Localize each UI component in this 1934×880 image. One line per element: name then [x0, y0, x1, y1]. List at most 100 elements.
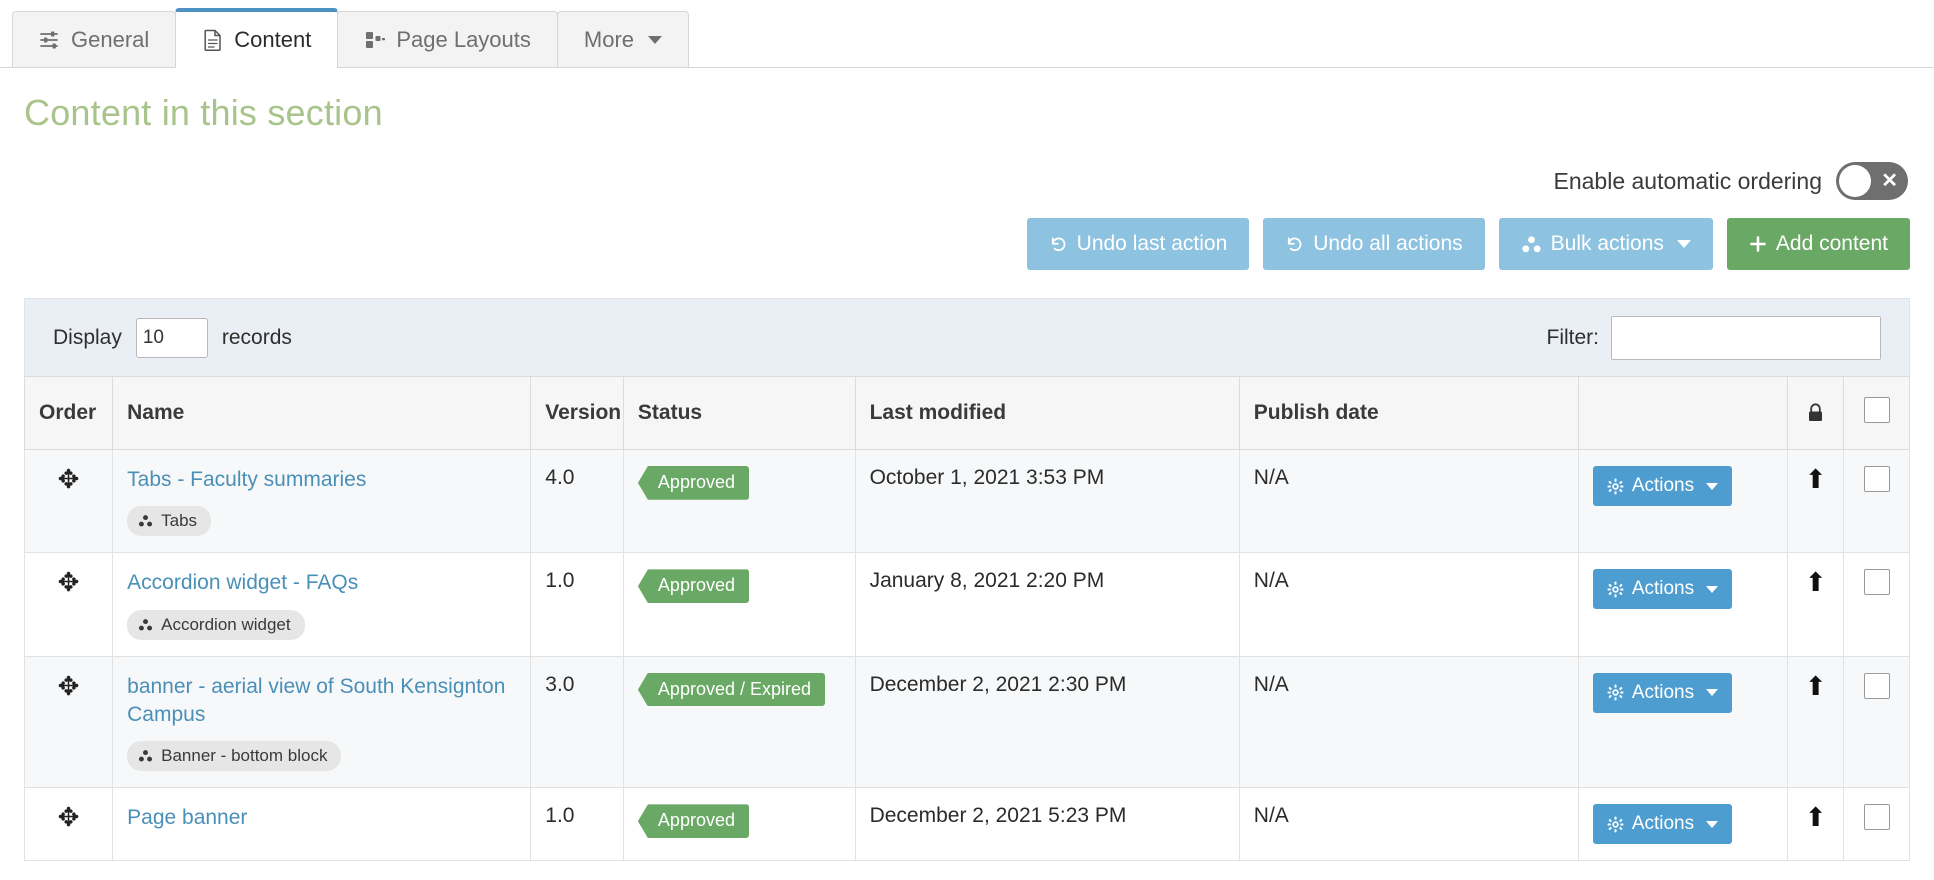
content-type-tag: Banner - bottom block: [127, 741, 342, 772]
content-name-link[interactable]: banner - aerial view of South Kensignton…: [127, 673, 516, 730]
tab-page-layouts[interactable]: Page Layouts: [337, 11, 558, 67]
tab-more-label: More: [583, 26, 635, 52]
filter-input[interactable]: [1611, 315, 1881, 360]
chevron-down-icon: [648, 35, 663, 44]
content-name-link[interactable]: Page banner: [127, 804, 247, 832]
cell-version: 1.0: [530, 552, 624, 657]
tab-more[interactable]: More: [556, 11, 690, 67]
undo-last-action-button[interactable]: Undo last action: [1026, 218, 1250, 270]
tab-general[interactable]: General: [12, 11, 177, 67]
auto-ordering-toggle[interactable]: ✕: [1836, 162, 1908, 200]
header-actions: [1577, 376, 1788, 450]
header-name[interactable]: Name: [112, 376, 532, 450]
cell-order: ✥: [23, 552, 114, 657]
drag-handle-icon[interactable]: ✥: [58, 802, 80, 832]
content-type-tag-label: Tabs: [161, 511, 198, 531]
undo-icon: [1285, 235, 1304, 254]
blocks-icon: [138, 749, 153, 763]
tab-content-label: Content: [234, 27, 312, 52]
toggle-knob: [1839, 165, 1871, 197]
cell-publish-date: N/A: [1238, 552, 1579, 657]
content-name-link[interactable]: Accordion widget - FAQs: [127, 569, 358, 597]
header-lock: [1786, 376, 1845, 450]
arrow-up-icon[interactable]: ⬆: [1805, 802, 1827, 832]
blocks-icon: [138, 514, 153, 528]
cell-status: Approved: [622, 787, 856, 862]
display-label: Display: [53, 325, 122, 349]
cell-status: Approved / Expired: [622, 655, 856, 789]
table-header: Order Name Version Status Last modified …: [23, 376, 1910, 450]
cell-select: [1843, 552, 1910, 657]
gear-icon: [1607, 478, 1624, 495]
blocks-icon: [1521, 235, 1542, 254]
toolbar: Undo last action Undo all actions Bulk a…: [0, 200, 1934, 270]
bulk-actions-button[interactable]: Bulk actions: [1498, 218, 1713, 270]
content-management-page: General Content Page Layouts More Conten…: [0, 0, 1934, 880]
bulk-actions-label: Bulk actions: [1550, 232, 1664, 255]
row-checkbox[interactable]: [1863, 804, 1890, 831]
cell-version: 4.0: [530, 448, 624, 554]
row-actions-button[interactable]: Actions: [1592, 466, 1733, 506]
cell-status: Approved: [622, 448, 856, 554]
drag-handle-icon[interactable]: ✥: [58, 567, 80, 597]
display-records-select[interactable]: 10: [135, 317, 208, 358]
undo-icon: [1049, 235, 1068, 254]
cell-order: ✥: [23, 787, 114, 862]
header-publish-date[interactable]: Publish date: [1238, 376, 1579, 450]
cell-name: Page banner: [112, 787, 532, 862]
row-actions-button[interactable]: Actions: [1592, 804, 1733, 845]
row-checkbox[interactable]: [1863, 569, 1890, 596]
gear-icon: [1607, 816, 1624, 833]
cell-status: Approved: [622, 552, 856, 657]
undo-all-actions-button[interactable]: Undo all actions: [1263, 218, 1485, 270]
arrow-up-icon[interactable]: ⬆: [1805, 464, 1827, 494]
header-last-modified[interactable]: Last modified: [854, 376, 1240, 450]
tab-content[interactable]: Content: [175, 8, 339, 68]
row-actions-label: Actions: [1631, 475, 1695, 496]
row-checkbox[interactable]: [1863, 672, 1890, 699]
drag-handle-icon[interactable]: ✥: [58, 671, 80, 701]
cell-move-up: ⬆: [1786, 787, 1845, 862]
select-all-checkbox[interactable]: [1863, 397, 1890, 423]
cell-actions: Actions: [1577, 448, 1788, 554]
content-type-tag: Accordion widget: [127, 609, 305, 640]
table-header-row: Order Name Version Status Last modified …: [23, 376, 1910, 450]
close-icon: ✕: [1881, 170, 1898, 192]
cell-name: banner - aerial view of South Kensignton…: [112, 655, 532, 789]
cell-last-modified: October 1, 2021 3:53 PM: [854, 448, 1240, 554]
drag-handle-icon[interactable]: ✥: [58, 464, 80, 494]
undo-all-actions-label: Undo all actions: [1313, 232, 1463, 255]
table-body: ✥ Tabs - Faculty summaries Tabs 4.0 Appr…: [23, 448, 1910, 862]
chevron-down-icon: [1706, 585, 1719, 593]
chevron-down-icon: [1706, 820, 1719, 828]
add-content-label: Add content: [1775, 232, 1888, 255]
content-table-panel: Display 10 records Filter: Order Name Ve…: [23, 298, 1910, 862]
cell-last-modified: December 2, 2021 2:30 PM: [854, 655, 1240, 789]
row-actions-button[interactable]: Actions: [1592, 569, 1733, 610]
sliders-icon: [39, 29, 61, 51]
add-content-button[interactable]: Add content: [1726, 218, 1910, 270]
tab-bar: General Content Page Layouts More: [0, 0, 1934, 68]
content-type-tag-label: Banner - bottom block: [161, 746, 328, 766]
content-table: Order Name Version Status Last modified …: [23, 376, 1910, 862]
content-name-link[interactable]: Tabs - Faculty summaries: [127, 466, 366, 494]
undo-last-action-label: Undo last action: [1076, 232, 1228, 255]
header-order[interactable]: Order: [23, 376, 114, 450]
arrow-up-icon[interactable]: ⬆: [1805, 671, 1827, 701]
header-version[interactable]: Version: [530, 376, 624, 450]
row-checkbox[interactable]: [1863, 466, 1890, 492]
records-label: records: [221, 325, 292, 349]
tab-page-layouts-label: Page Layouts: [396, 26, 531, 52]
auto-ordering-row: Enable automatic ordering ✕: [0, 144, 1934, 200]
arrow-up-icon[interactable]: ⬆: [1805, 567, 1827, 597]
table-controls: Display 10 records Filter:: [24, 298, 1910, 376]
row-actions-button[interactable]: Actions: [1592, 672, 1733, 713]
header-status[interactable]: Status: [622, 376, 856, 450]
cell-order: ✥: [23, 655, 114, 789]
chevron-down-icon: [1706, 689, 1719, 697]
table-row: ✥ Page banner 1.0 Approved December 2, 2…: [23, 787, 1910, 862]
gear-icon: [1607, 581, 1624, 598]
status-badge: Approved: [637, 569, 749, 604]
chevron-down-icon: [1676, 240, 1691, 248]
page-title: Content in this section: [24, 92, 383, 133]
